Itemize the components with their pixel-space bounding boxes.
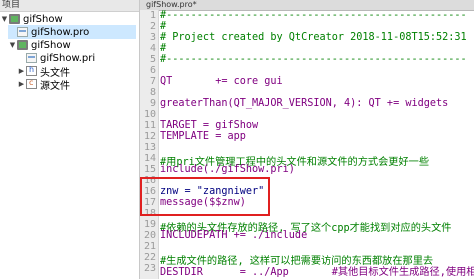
- tree-item-label: gifShow.pri: [40, 52, 96, 64]
- line-number: 19: [143, 219, 156, 230]
- pro-file-icon: [17, 27, 28, 37]
- line-number: 16: [143, 175, 156, 186]
- line-number: 16: [143, 186, 156, 197]
- line-number: 15: [143, 164, 156, 175]
- line-number: 12: [143, 131, 156, 142]
- code-line[interactable]: include(./gifShow.pri): [160, 164, 295, 175]
- line-number: 23: [143, 263, 156, 274]
- tree-item-sources[interactable]: ▶ 源文件: [17, 77, 70, 92]
- tree-item-gifshow-root[interactable]: ▼ gifShow: [0, 12, 63, 26]
- tree-header: 项目: [0, 0, 139, 12]
- code-line[interactable]: message($$znw): [160, 197, 246, 208]
- tree-item-gifshow-pro[interactable]: gifShow.pro: [8, 25, 136, 39]
- line-number: 17: [143, 197, 156, 208]
- project-icon: [9, 14, 20, 24]
- code-editor[interactable]: gifShow.pro* 1 2 3 4 5 6 7 8 9 10 11 12 …: [140, 0, 474, 279]
- expand-arrow-icon[interactable]: ▼: [8, 41, 17, 49]
- code-line[interactable]: znw = "zangniwer": [160, 186, 264, 197]
- line-number: 7: [149, 76, 156, 87]
- code-line[interactable]: # Project created by QtCreator 2018-11-0…: [160, 32, 467, 43]
- tree-item-label: 源文件: [40, 80, 70, 92]
- line-number: 22: [143, 252, 156, 263]
- expand-arrow-icon[interactable]: ▼: [0, 15, 9, 23]
- code-line[interactable]: #---------------------------------------…: [160, 54, 467, 65]
- line-number: 6: [149, 65, 156, 76]
- code-line[interactable]: DESTDIR = ../App #其他目标文件生成路径,使用相对路: [160, 263, 474, 278]
- code-line[interactable]: QT += core gui: [160, 76, 283, 87]
- line-number: 5: [149, 54, 156, 65]
- line-number: 11: [143, 120, 156, 131]
- tree-item-label: gifShow.pro: [31, 26, 90, 38]
- header-folder-icon: [26, 65, 37, 76]
- line-number: 1: [149, 10, 156, 21]
- project-icon: [17, 40, 28, 50]
- tree-item-label: gifShow: [31, 39, 71, 51]
- line-number: 14: [143, 153, 156, 164]
- code-line[interactable]: #: [160, 43, 166, 54]
- line-number: 3: [149, 32, 156, 43]
- line-number: 18: [143, 208, 156, 219]
- project-tree-panel: 项目 ▼ gifShow gifShow.pro ▼ gifShow gifSh…: [0, 0, 140, 279]
- expand-arrow-icon[interactable]: ▶: [17, 67, 26, 75]
- tree-item-gifshow-subproject[interactable]: ▼ gifShow: [8, 38, 71, 52]
- line-number: 9: [149, 98, 156, 109]
- line-number: 21: [143, 241, 156, 252]
- pri-file-icon: [26, 53, 37, 63]
- code-line[interactable]: TEMPLATE = app: [160, 131, 246, 142]
- line-number: 4: [149, 43, 156, 54]
- line-number: 20: [143, 230, 156, 241]
- tree-item-label: gifShow: [23, 13, 63, 25]
- source-folder-icon: [26, 78, 37, 89]
- code-line[interactable]: #---------------------------------------…: [160, 10, 467, 21]
- line-number: 2: [149, 21, 156, 32]
- expand-arrow-icon[interactable]: ▶: [17, 80, 26, 88]
- code-line[interactable]: greaterThan(QT_MAJOR_VERSION, 4): QT += …: [160, 98, 448, 109]
- code-line[interactable]: #: [160, 21, 166, 32]
- line-number: 8: [149, 87, 156, 98]
- code-line[interactable]: TARGET = gifShow: [160, 120, 258, 131]
- code-line[interactable]: INCLUDEPATH += ./include: [160, 230, 307, 241]
- line-number: 13: [143, 142, 156, 153]
- line-number: 10: [143, 109, 156, 120]
